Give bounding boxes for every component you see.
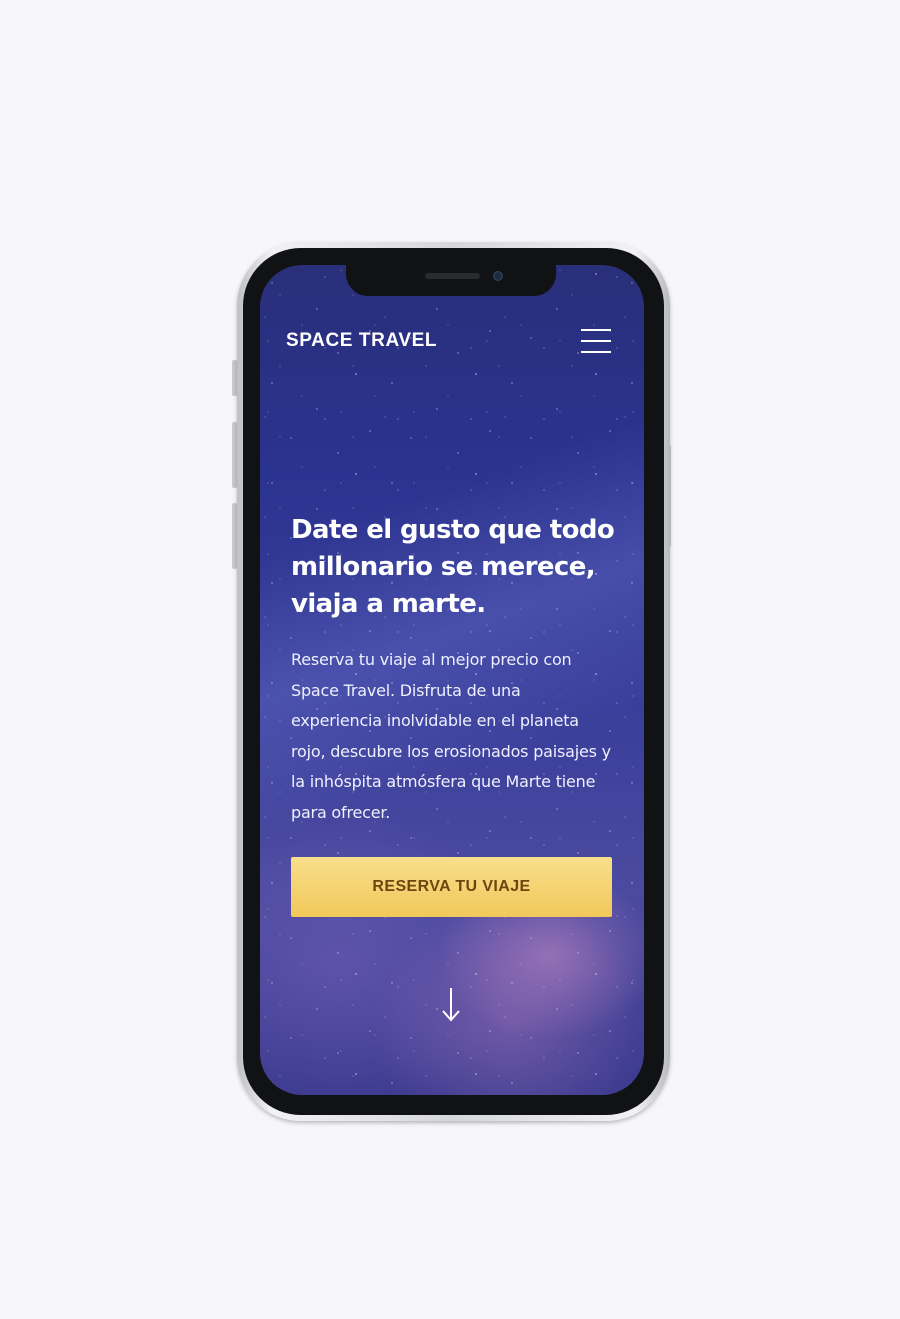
arrow-down-icon-svg (442, 988, 460, 1022)
menu-line (581, 340, 611, 342)
book-trip-button[interactable]: RESERVA TU VIAJE (291, 857, 612, 917)
earpiece-speaker (425, 273, 480, 279)
brand-logo[interactable]: SPACE TRAVEL (286, 330, 437, 352)
front-camera (493, 271, 503, 281)
hero-description: Reserva tu viaje al mejor precio con Spa… (291, 650, 611, 822)
menu-line (581, 329, 611, 331)
hero-headline: Date el gusto que todo millonario se mer… (291, 515, 615, 619)
hamburger-menu-icon[interactable] (579, 327, 613, 355)
menu-line (581, 351, 611, 353)
arrow-down-icon[interactable] (436, 985, 466, 1025)
phone-notch (346, 265, 556, 296)
